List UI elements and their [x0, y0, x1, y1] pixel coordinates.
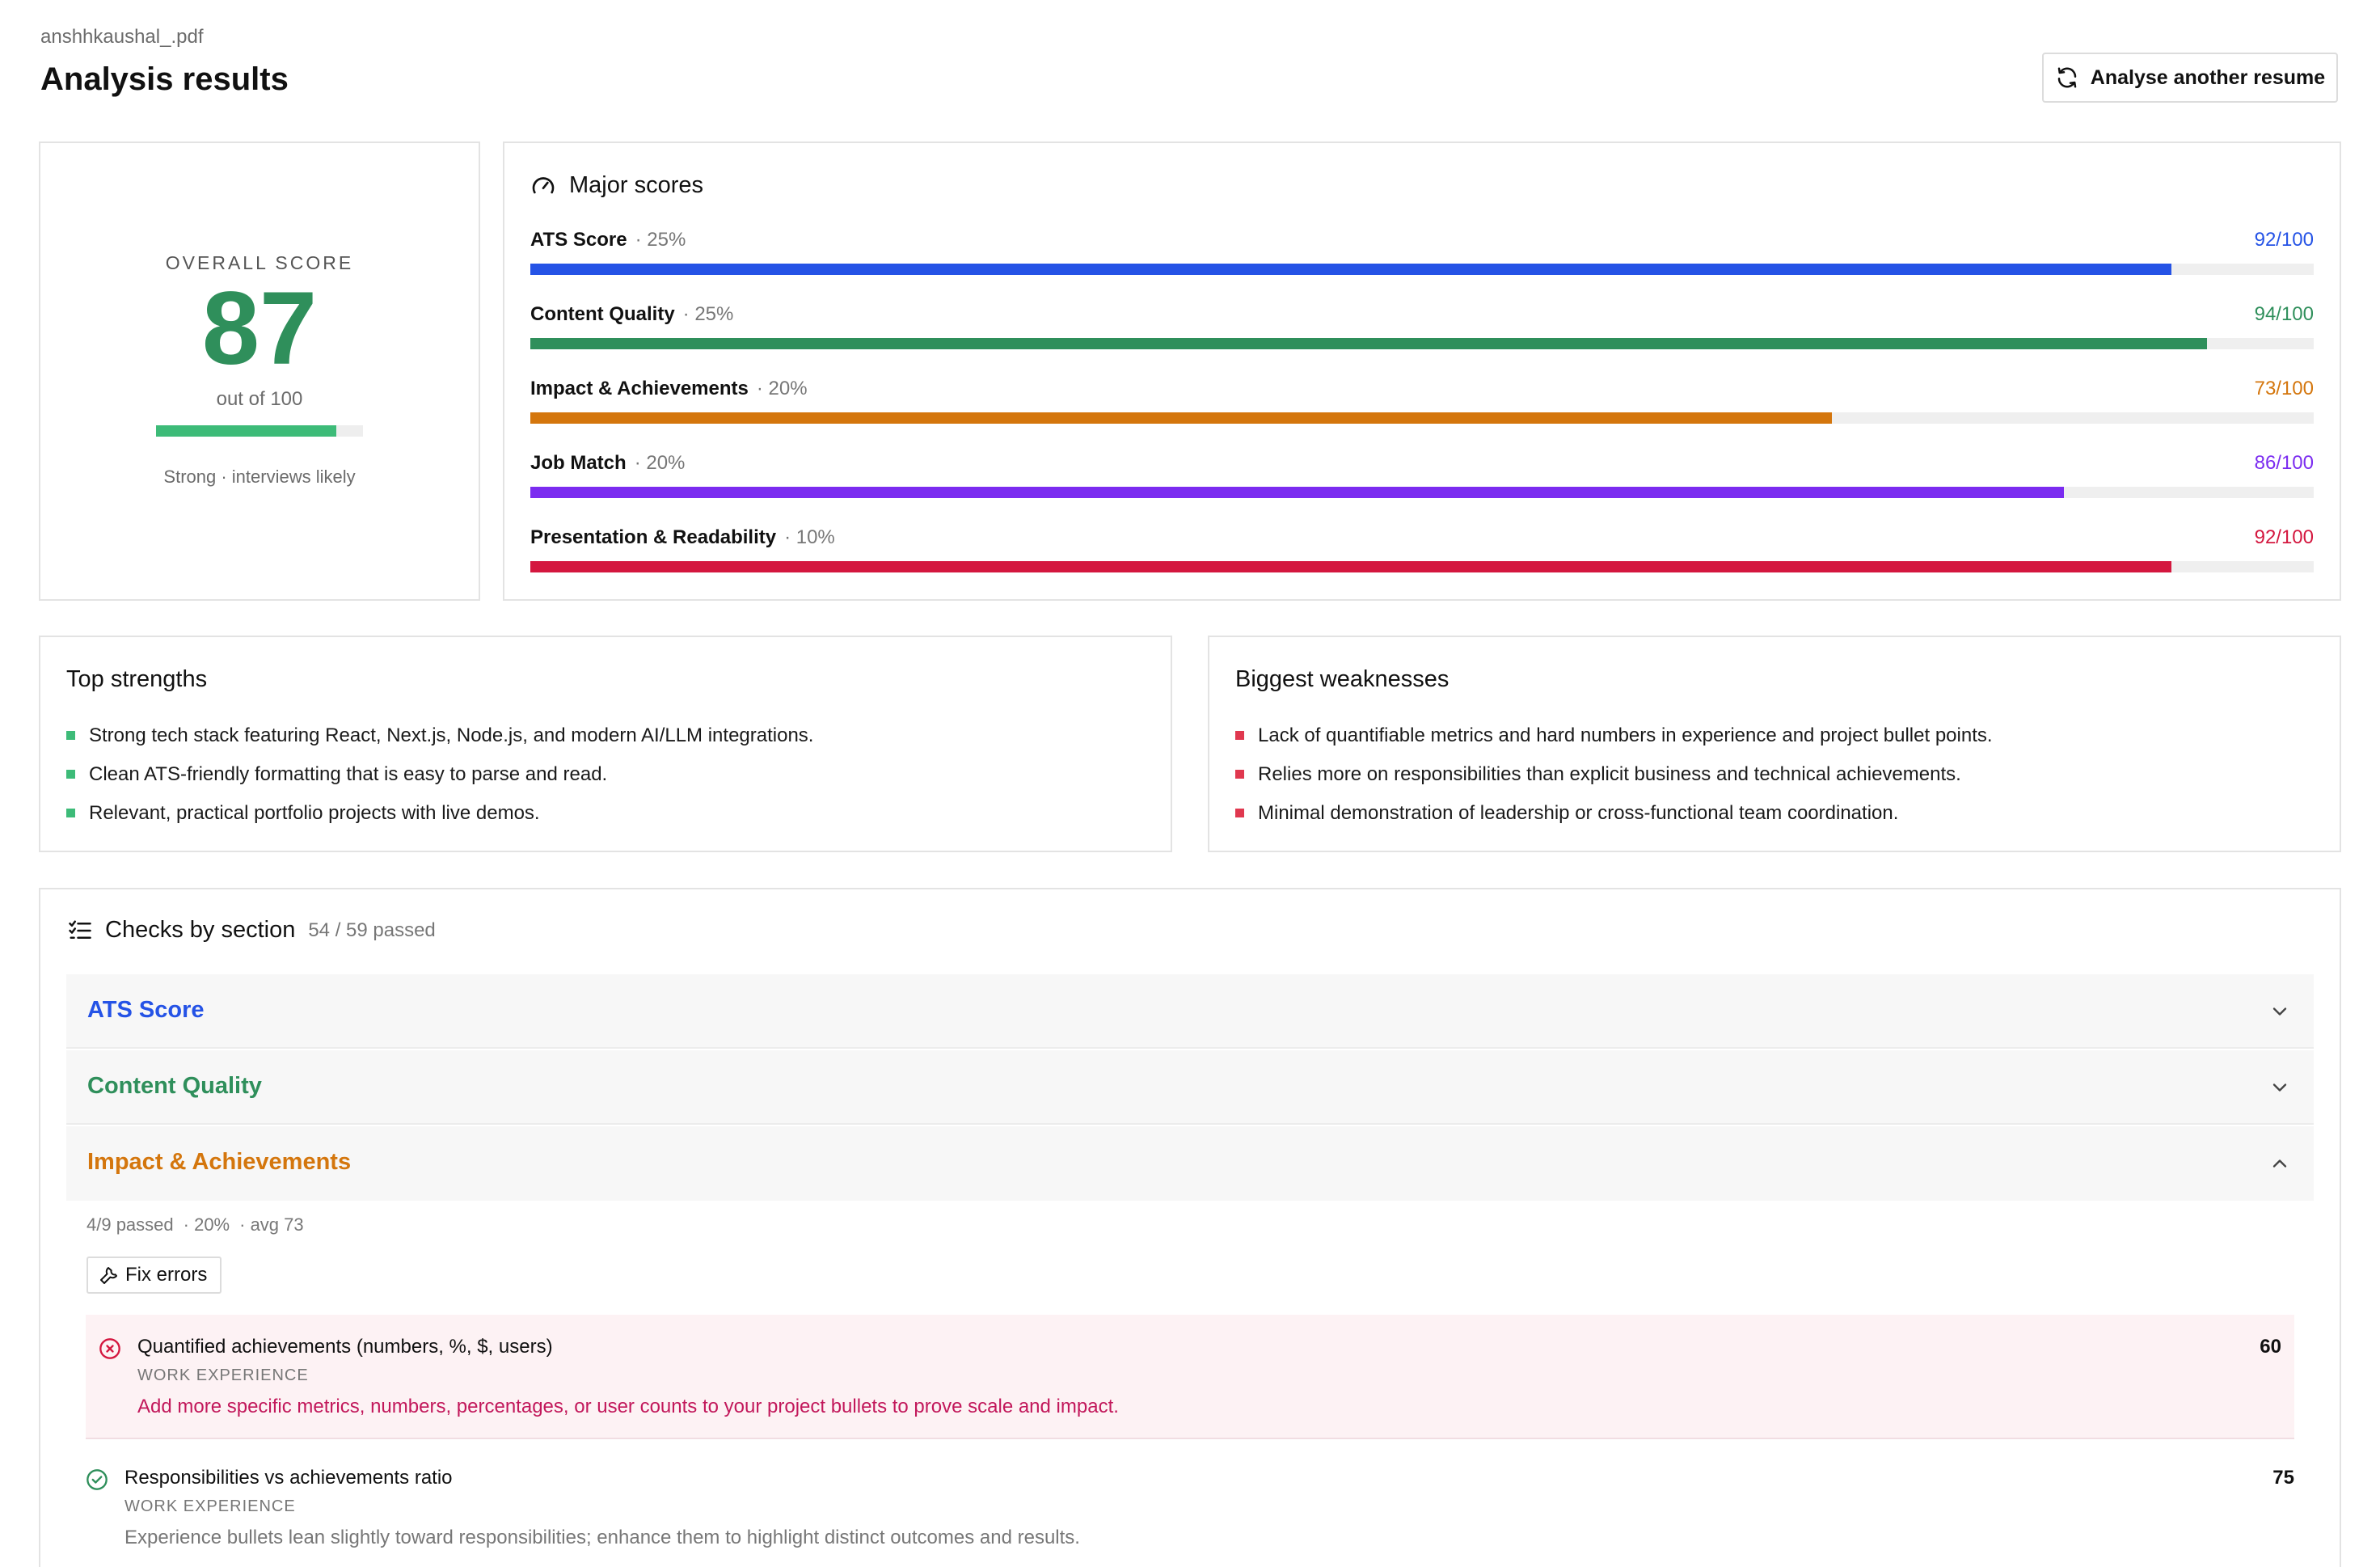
score-name: Presentation & Readability — [530, 526, 777, 548]
strength-item: Strong tech stack featuring React, Next.… — [66, 716, 813, 755]
overall-score-value: 87 — [201, 271, 318, 386]
fix-errors-label: Fix errors — [125, 1264, 208, 1286]
weakness-item: Lack of quantifiable metrics and hard nu… — [1235, 716, 1993, 755]
analyse-another-button[interactable]: Analyse another resume — [2042, 53, 2338, 103]
score-name: Impact & Achievements — [530, 378, 749, 399]
overall-score-bar-fill — [156, 425, 336, 437]
analysis-page: anshhkaushal_.pdf Analysis results Analy… — [0, 0, 2380, 1567]
score-row-job-match: Job Match · 20% 86/100 — [530, 452, 2314, 517]
score-name: ATS Score — [530, 229, 627, 251]
score-bar — [530, 338, 2314, 349]
check-score: 60 — [2260, 1336, 2281, 1358]
checklist-icon — [69, 920, 91, 939]
score-name: Job Match — [530, 452, 627, 474]
score-weight: · 25% — [635, 229, 686, 251]
check-item-fail: Quantified achievements (numbers, %, $, … — [86, 1315, 2294, 1439]
accordion-label: Impact & Achievements — [87, 1149, 352, 1175]
section-passed: 4/9 passed — [87, 1214, 174, 1235]
score-name: Content Quality — [530, 303, 675, 325]
score-row-presentation: Presentation & Readability · 10% 92/100 — [530, 526, 2314, 591]
fix-errors-button[interactable]: Fix errors — [87, 1257, 222, 1294]
check-circle-icon — [87, 1469, 108, 1490]
check-section: WORK EXPERIENCE — [137, 1366, 309, 1384]
score-weight: · 25% — [682, 303, 734, 325]
score-bar-fill — [530, 487, 2065, 498]
score-bar-fill — [530, 561, 2171, 572]
biggest-weaknesses-title: Biggest weaknesses — [1235, 666, 1450, 692]
checks-passed-count: 54 / 59 passed — [308, 919, 436, 941]
x-circle-icon — [99, 1338, 120, 1359]
major-scores-card: Major scores ATS Score · 25% 92/100 Conte… — [503, 141, 2341, 601]
check-section: WORK EXPERIENCE — [124, 1497, 296, 1515]
top-strengths-title: Top strengths — [66, 666, 208, 692]
overall-score-card: OVERALL SCORE 87 out of 100 Strong · int… — [39, 141, 480, 601]
strengths-list: Strong tech stack featuring React, Next.… — [66, 716, 813, 833]
check-advice: Add more specific metrics, numbers, perc… — [137, 1396, 1119, 1417]
score-bar-fill — [530, 412, 1833, 424]
score-bar — [530, 264, 2314, 275]
score-row-content-quality: Content Quality · 25% 94/100 — [530, 303, 2314, 368]
section-meta: 4/9 passed · 20% · avg 73 — [87, 1214, 304, 1235]
accordion-impact-achievements[interactable]: Impact & Achievements — [66, 1126, 2314, 1201]
accordion-label: Content Quality — [87, 1073, 262, 1099]
score-value: 94/100 — [2254, 303, 2314, 325]
overall-score-out-of: out of 100 — [216, 388, 303, 410]
checks-title: Checks by section — [105, 917, 296, 943]
score-row-ats: ATS Score · 25% 92/100 — [530, 229, 2314, 294]
check-advice: Experience bullets lean slightly toward … — [124, 1527, 1080, 1548]
strength-item: Relevant, practical portfolio projects w… — [66, 794, 813, 833]
score-weight: · 10% — [784, 526, 835, 548]
weaknesses-list: Lack of quantifiable metrics and hard nu… — [1235, 716, 1993, 833]
score-value: 92/100 — [2254, 229, 2314, 251]
score-value: 73/100 — [2254, 378, 2314, 399]
checks-header: Checks by section 54 / 59 passed — [68, 917, 436, 944]
accordion-ats-score[interactable]: ATS Score — [66, 974, 2314, 1049]
check-title: Quantified achievements (numbers, %, $, … — [137, 1336, 553, 1358]
score-bar-fill — [530, 264, 2171, 275]
accordion-label: ATS Score — [87, 997, 205, 1023]
page-title: Analysis results — [40, 61, 289, 97]
score-row-impact: Impact & Achievements · 20% 73/100 — [530, 378, 2314, 442]
chevron-down-icon — [2272, 1007, 2287, 1016]
score-bar — [530, 412, 2314, 424]
weakness-item: Minimal demonstration of leadership or c… — [1235, 794, 1993, 833]
check-item-pass: Responsibilities vs achievements ratio W… — [86, 1441, 2294, 1554]
check-title: Responsibilities vs achievements ratio — [124, 1467, 453, 1489]
top-strengths-card: Top strengths Strong tech stack featurin… — [39, 636, 1172, 852]
section-avg: · avg 73 — [239, 1214, 304, 1235]
score-weight: · 20% — [634, 452, 686, 474]
score-value: 92/100 — [2254, 526, 2314, 548]
gauge-icon — [532, 176, 555, 193]
score-bar — [530, 487, 2314, 498]
biggest-weaknesses-card: Biggest weaknesses Lack of quantifiable … — [1208, 636, 2341, 852]
refresh-icon — [2057, 67, 2077, 88]
check-score: 75 — [2272, 1467, 2294, 1489]
score-bar — [530, 561, 2314, 572]
score-bar-fill — [530, 338, 2207, 349]
accordion-content-quality[interactable]: Content Quality — [66, 1050, 2314, 1125]
score-value: 86/100 — [2254, 452, 2314, 474]
major-scores-title: Major scores — [569, 172, 703, 198]
major-scores-header: Major scores — [530, 172, 703, 199]
score-weight: · 20% — [756, 378, 808, 399]
overall-score-bar — [156, 425, 363, 437]
analyse-another-label: Analyse another resume — [2090, 65, 2326, 89]
section-weight: · 20% — [183, 1214, 230, 1235]
file-name: anshhkaushal_.pdf — [40, 26, 204, 48]
chevron-up-icon — [2272, 1159, 2287, 1168]
wrench-icon — [100, 1267, 117, 1284]
chevron-down-icon — [2272, 1083, 2287, 1092]
strength-item: Clean ATS-friendly formatting that is ea… — [66, 755, 813, 794]
overall-score-verdict: Strong · interviews likely — [163, 467, 356, 487]
weakness-item: Relies more on responsibilities than exp… — [1235, 755, 1993, 794]
